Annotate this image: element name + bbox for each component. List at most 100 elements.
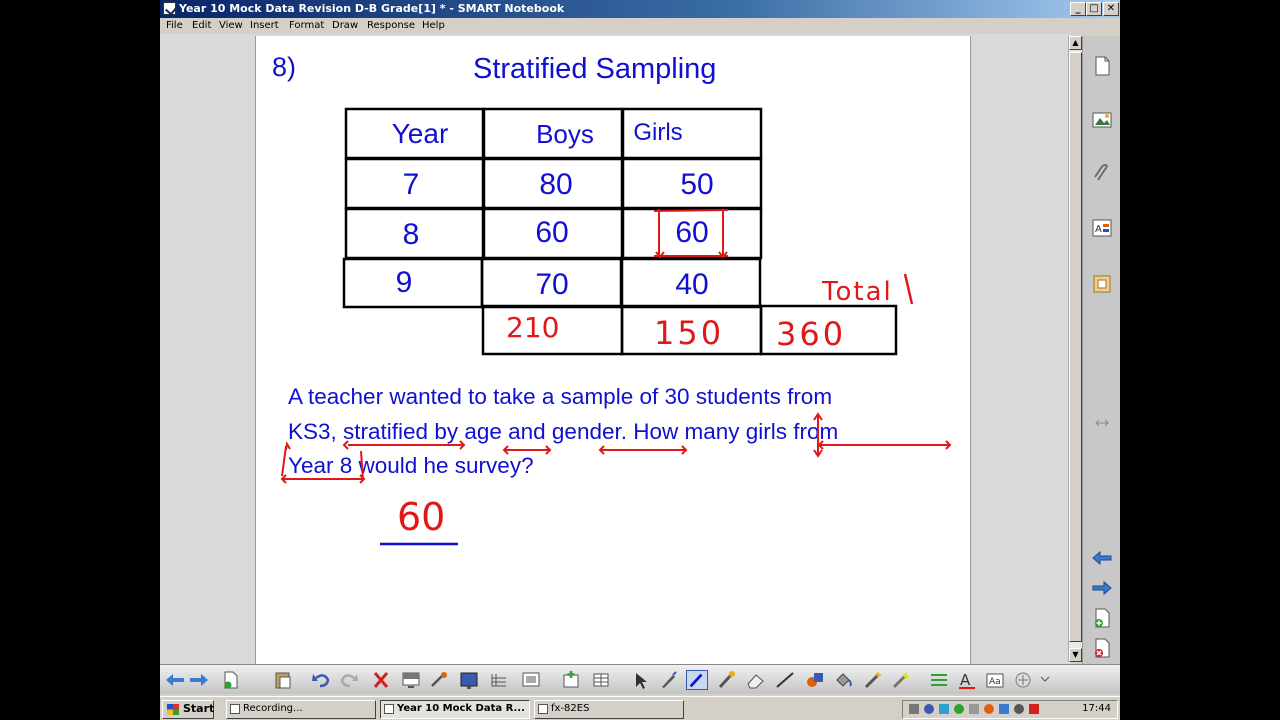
tray-icon[interactable]	[984, 704, 994, 714]
toolbar-pen-icon[interactable]	[658, 670, 680, 690]
toolbar-line-icon[interactable]	[774, 670, 796, 690]
menu-draw[interactable]: Draw	[332, 20, 358, 31]
toolbar-full-screen-icon[interactable]	[458, 670, 480, 690]
tray-icon[interactable]	[954, 704, 964, 714]
header-year: Year	[392, 118, 449, 149]
system-tray: 17:44	[902, 700, 1118, 719]
cell-boys-8: 60	[535, 216, 568, 249]
taskbar-item-recording[interactable]: Recording...	[226, 700, 376, 719]
tray-icon[interactable]	[939, 704, 949, 714]
toolbar-delete-icon[interactable]	[370, 670, 392, 690]
toolbar-eraser-icon[interactable]	[744, 670, 766, 690]
cell-year-8: 8	[403, 218, 420, 251]
tray-icon[interactable]	[1014, 704, 1024, 714]
answer-value: 60	[397, 495, 445, 539]
title-bar[interactable]: Year 10 Mock Data Revision D-B Grade[1] …	[160, 0, 1120, 18]
menu-help[interactable]: Help	[422, 20, 445, 31]
menu-insert[interactable]: Insert	[250, 20, 279, 31]
menu-response[interactable]: Response	[367, 20, 415, 31]
recording-app-icon	[230, 704, 240, 714]
gallery-tab-icon[interactable]	[1090, 108, 1114, 132]
toolbar-select-icon[interactable]	[630, 670, 652, 690]
tray-icon[interactable]	[969, 704, 979, 714]
windows-logo-icon	[167, 704, 179, 715]
toolbar-highlighter-icon[interactable]	[890, 670, 912, 690]
svg-text:A: A	[1095, 224, 1102, 235]
toolbar-paste-icon[interactable]	[272, 670, 294, 690]
cell-year-7: 7	[403, 168, 420, 201]
toolbar-magic-tool-icon[interactable]	[862, 670, 884, 690]
menu-format[interactable]: Format	[289, 20, 324, 31]
toolbar-screen-capture-icon[interactable]	[520, 670, 542, 690]
toolbar-shapes-icon[interactable]	[804, 670, 826, 690]
toolbar-insert-table-icon[interactable]	[590, 670, 612, 690]
toolbar-add-page-icon[interactable]	[220, 670, 242, 690]
toolbar-text-icon[interactable]: A	[956, 670, 978, 690]
svg-text:A: A	[960, 671, 971, 689]
add-page-icon[interactable]	[1090, 606, 1114, 630]
menu-view[interactable]: View	[219, 20, 243, 31]
attachments-tab-icon[interactable]	[1090, 162, 1114, 186]
toolbar-insert-page-icon[interactable]	[560, 670, 582, 690]
cell-boys-7: 80	[539, 168, 572, 201]
resize-arrows-icon[interactable]	[1090, 411, 1114, 435]
delete-page-icon[interactable]	[1090, 636, 1114, 660]
tray-icon[interactable]	[1029, 704, 1039, 714]
close-button[interactable]: ✕	[1103, 2, 1119, 16]
tray-icons	[909, 704, 1039, 714]
slide-canvas: 8) Stratified Sampling Year Boys Girls 7…	[272, 52, 952, 546]
next-page-icon[interactable]	[1090, 576, 1114, 600]
cell-girls-9: 40	[675, 268, 708, 301]
toolbar-properties-icon[interactable]: Aa	[984, 670, 1006, 690]
notebook-app-icon	[384, 704, 394, 714]
maximize-button[interactable]: □	[1086, 2, 1102, 16]
menu-bar: File Edit View Insert Format Draw Respon…	[160, 18, 1120, 34]
menu-edit[interactable]: Edit	[192, 20, 211, 31]
page-sorter-tab-icon[interactable]	[1090, 54, 1114, 78]
total-label-stroke	[903, 273, 914, 305]
smart-notebook-app-icon	[163, 2, 176, 15]
addons-tab-icon[interactable]	[1090, 272, 1114, 296]
tray-icon[interactable]	[909, 704, 919, 714]
scroll-down-button[interactable]: ▼	[1069, 648, 1082, 662]
toolbar-magic-pen-icon[interactable]	[428, 670, 450, 690]
taskbar-clock[interactable]: 17:44	[1082, 703, 1111, 714]
toolbar-active-pen-icon[interactable]	[686, 670, 708, 690]
side-tab-bar: A	[1082, 36, 1120, 664]
previous-page-icon[interactable]	[1090, 546, 1114, 570]
properties-tab-icon[interactable]: A	[1090, 216, 1114, 240]
toolbar-redo-icon[interactable]	[338, 670, 360, 690]
toolbar-undo-icon[interactable]	[310, 670, 332, 690]
start-button[interactable]: Start	[162, 700, 214, 719]
smart-notebook-window: Year 10 Mock Data Revision D-B Grade[1] …	[160, 0, 1120, 720]
notebook-page[interactable]: 8) Stratified Sampling Year Boys Girls 7…	[255, 36, 971, 664]
taskbar-item-label: Year 10 Mock Data R...	[397, 703, 525, 714]
grand-total: 360	[776, 315, 846, 353]
windows-taskbar: Start Recording... Year 10 Mock Data R..…	[160, 696, 1120, 720]
tray-icon[interactable]	[999, 704, 1009, 714]
toolbar-more-icon[interactable]	[1038, 670, 1052, 690]
scroll-up-button[interactable]: ▲	[1069, 36, 1082, 50]
toolbar-next-page-icon[interactable]	[188, 670, 210, 690]
tray-icon[interactable]	[924, 704, 934, 714]
toolbar-creative-pen-icon[interactable]	[716, 670, 738, 690]
scroll-thumb[interactable]	[1069, 52, 1082, 642]
taskbar-item-label: Recording...	[243, 703, 303, 714]
toolbar-fill-icon[interactable]	[832, 670, 854, 690]
toolbar-previous-page-icon[interactable]	[164, 670, 186, 690]
taskbar-item-calculator[interactable]: fx-82ES	[534, 700, 684, 719]
slide-title: Stratified Sampling	[473, 53, 716, 85]
question-number: 8)	[272, 52, 296, 82]
taskbar-item-notebook[interactable]: Year 10 Mock Data R...	[380, 700, 530, 719]
toolbar-screen-shade-icon[interactable]	[400, 670, 422, 690]
header-boys: Boys	[536, 119, 594, 149]
menu-file[interactable]: File	[166, 20, 183, 31]
canvas-area: 8) Stratified Sampling Year Boys Girls 7…	[160, 34, 1072, 664]
toolbar-move-toolbar-icon[interactable]	[1012, 670, 1034, 690]
toolbar-line-style-icon[interactable]	[928, 670, 950, 690]
vertical-scrollbar[interactable]: ▲ ▼	[1068, 36, 1082, 662]
minimize-button[interactable]: _	[1070, 2, 1086, 16]
toolbar-table-icon[interactable]	[488, 670, 510, 690]
window-title: Year 10 Mock Data Revision D-B Grade[1] …	[179, 2, 565, 15]
cell-year-9: 9	[396, 266, 413, 299]
